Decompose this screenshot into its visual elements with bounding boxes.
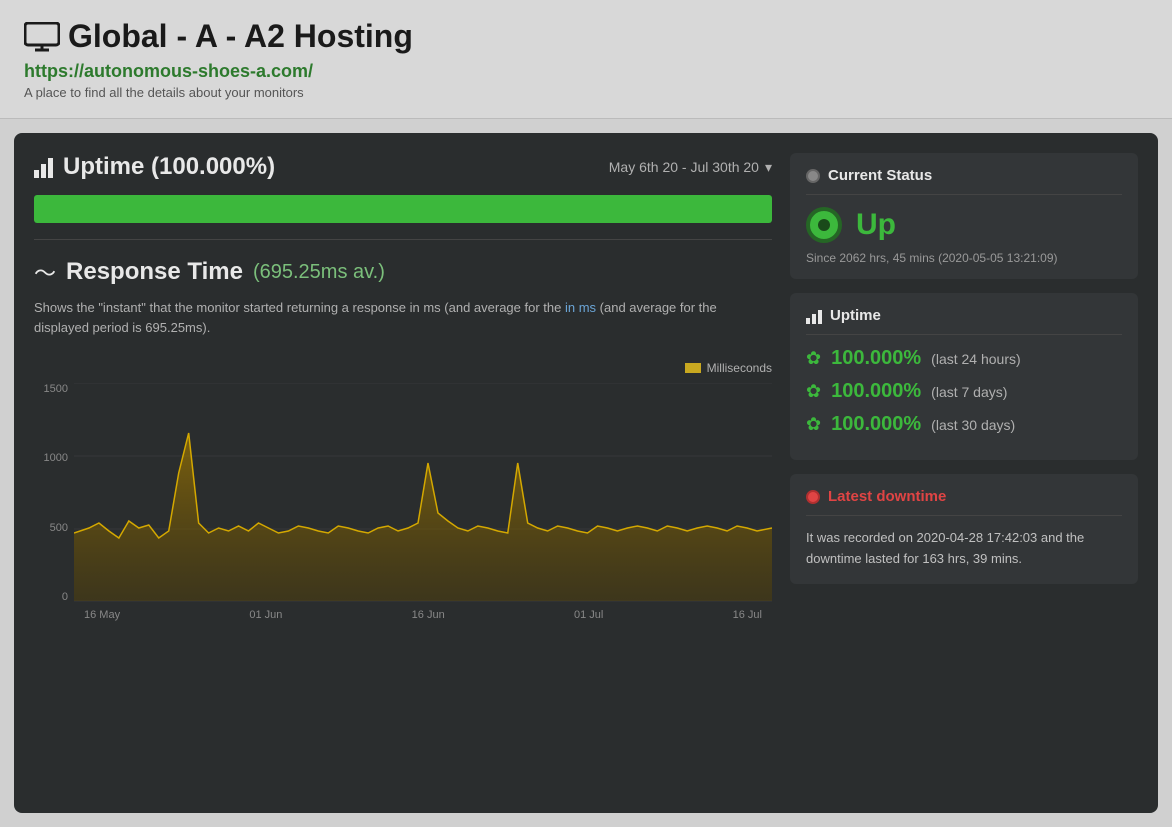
response-icon: 〜 (34, 256, 56, 288)
latest-downtime-card: Latest downtime It was recorded on 2020-… (790, 474, 1138, 584)
uptime-card-label: Uptime (830, 307, 881, 324)
uptime-row-24h: ✿ 100.000% (last 24 hours) (806, 347, 1122, 370)
y-axis: 0 500 1000 1500 (36, 383, 68, 603)
chart-container: Milliseconds 0 500 1000 1500 (34, 351, 772, 651)
header-subtitle: A place to find all the details about yo… (24, 85, 304, 100)
latest-downtime-title: Latest downtime (806, 488, 1122, 516)
latest-downtime-label: Latest downtime (828, 488, 946, 505)
chart-legend: Milliseconds (74, 361, 772, 375)
latest-downtime-text: It was recorded on 2020-04-28 17:42:03 a… (806, 528, 1122, 570)
x-label-0: 16 May (84, 609, 120, 621)
section-divider (34, 239, 772, 240)
status-up-indicator (806, 207, 842, 243)
y-label-0: 0 (36, 591, 68, 603)
uptime-bar-fill (34, 195, 772, 223)
legend-color (685, 363, 701, 373)
x-label-1: 01 Jun (249, 609, 282, 621)
response-time-avg: (695.25ms av.) (253, 261, 385, 284)
uptime-row-7d: ✿ 100.000% (last 7 days) (806, 380, 1122, 403)
date-range-text: May 6th 20 - Jul 30th 20 (609, 159, 759, 175)
status-up-inner (818, 219, 830, 231)
uptime-star-0: ✿ (806, 348, 821, 369)
monitor-icon (24, 22, 60, 52)
response-desc-part1: Shows the "instant" that the monitor sta… (34, 300, 561, 315)
y-label-1500: 1500 (36, 383, 68, 395)
response-chart (74, 383, 772, 603)
downtime-status-dot (806, 490, 820, 504)
date-range[interactable]: May 6th 20 - Jul 30th 20 ▾ (609, 159, 772, 176)
status-up-row: Up (806, 207, 1122, 243)
uptime-pct-2: 100.000% (831, 413, 921, 436)
chart-legend-label: Milliseconds (707, 361, 772, 375)
uptime-period-0: (last 24 hours) (931, 351, 1020, 367)
chart-area: 0 500 1000 1500 (74, 383, 772, 603)
current-status-dot (806, 169, 820, 183)
x-axis: 16 May 01 Jun 16 Jun 01 Jul 16 Jul (74, 609, 772, 621)
uptime-star-1: ✿ (806, 381, 821, 402)
response-time-header: 〜 Response Time (695.25ms av.) (34, 256, 772, 288)
uptime-card-title: Uptime (806, 307, 1122, 335)
current-status-label: Current Status (828, 167, 932, 184)
header-title-row: Global - A - A2 Hosting (24, 18, 1148, 55)
x-label-3: 01 Jul (574, 609, 603, 621)
uptime-title: Uptime (100.000%) (34, 153, 275, 181)
status-up-text: Up (856, 208, 896, 242)
uptime-label: Uptime (100.000%) (63, 153, 275, 181)
uptime-bar-icon (806, 308, 822, 324)
response-time-title: Response Time (66, 258, 243, 286)
x-label-2: 16 Jun (412, 609, 445, 621)
main-container: Uptime (100.000%) May 6th 20 - Jul 30th … (14, 133, 1158, 813)
page-title: Global - A - A2 Hosting (68, 18, 413, 55)
current-status-card: Current Status Up Since 2062 hrs, 45 min… (790, 153, 1138, 279)
uptime-period-1: (last 7 days) (931, 384, 1007, 400)
left-panel: Uptime (100.000%) May 6th 20 - Jul 30th … (34, 153, 772, 793)
page-header: Global - A - A2 Hosting https://autonomo… (0, 0, 1172, 119)
y-label-500: 500 (36, 522, 68, 534)
header-url[interactable]: https://autonomous-shoes-a.com/ (24, 61, 1148, 82)
x-label-4: 16 Jul (733, 609, 762, 621)
y-label-1000: 1000 (36, 452, 68, 464)
right-panel: Current Status Up Since 2062 hrs, 45 min… (790, 153, 1138, 793)
chevron-down-icon: ▾ (765, 159, 772, 176)
uptime-card: Uptime ✿ 100.000% (last 24 hours) ✿ 100.… (790, 293, 1138, 460)
uptime-pct-1: 100.000% (831, 380, 921, 403)
uptime-header: Uptime (100.000%) May 6th 20 - Jul 30th … (34, 153, 772, 181)
uptime-pct-0: 100.000% (831, 347, 921, 370)
current-status-title: Current Status (806, 167, 1122, 195)
uptime-star-2: ✿ (806, 414, 821, 435)
response-desc: Shows the "instant" that the monitor sta… (34, 298, 772, 337)
uptime-bar-container (34, 195, 772, 223)
status-since: Since 2062 hrs, 45 mins (2020-05-05 13:2… (806, 251, 1122, 265)
uptime-row-30d: ✿ 100.000% (last 30 days) (806, 413, 1122, 436)
bar-chart-icon (34, 156, 53, 178)
response-highlight: in ms (565, 300, 596, 315)
uptime-period-2: (last 30 days) (931, 417, 1015, 433)
